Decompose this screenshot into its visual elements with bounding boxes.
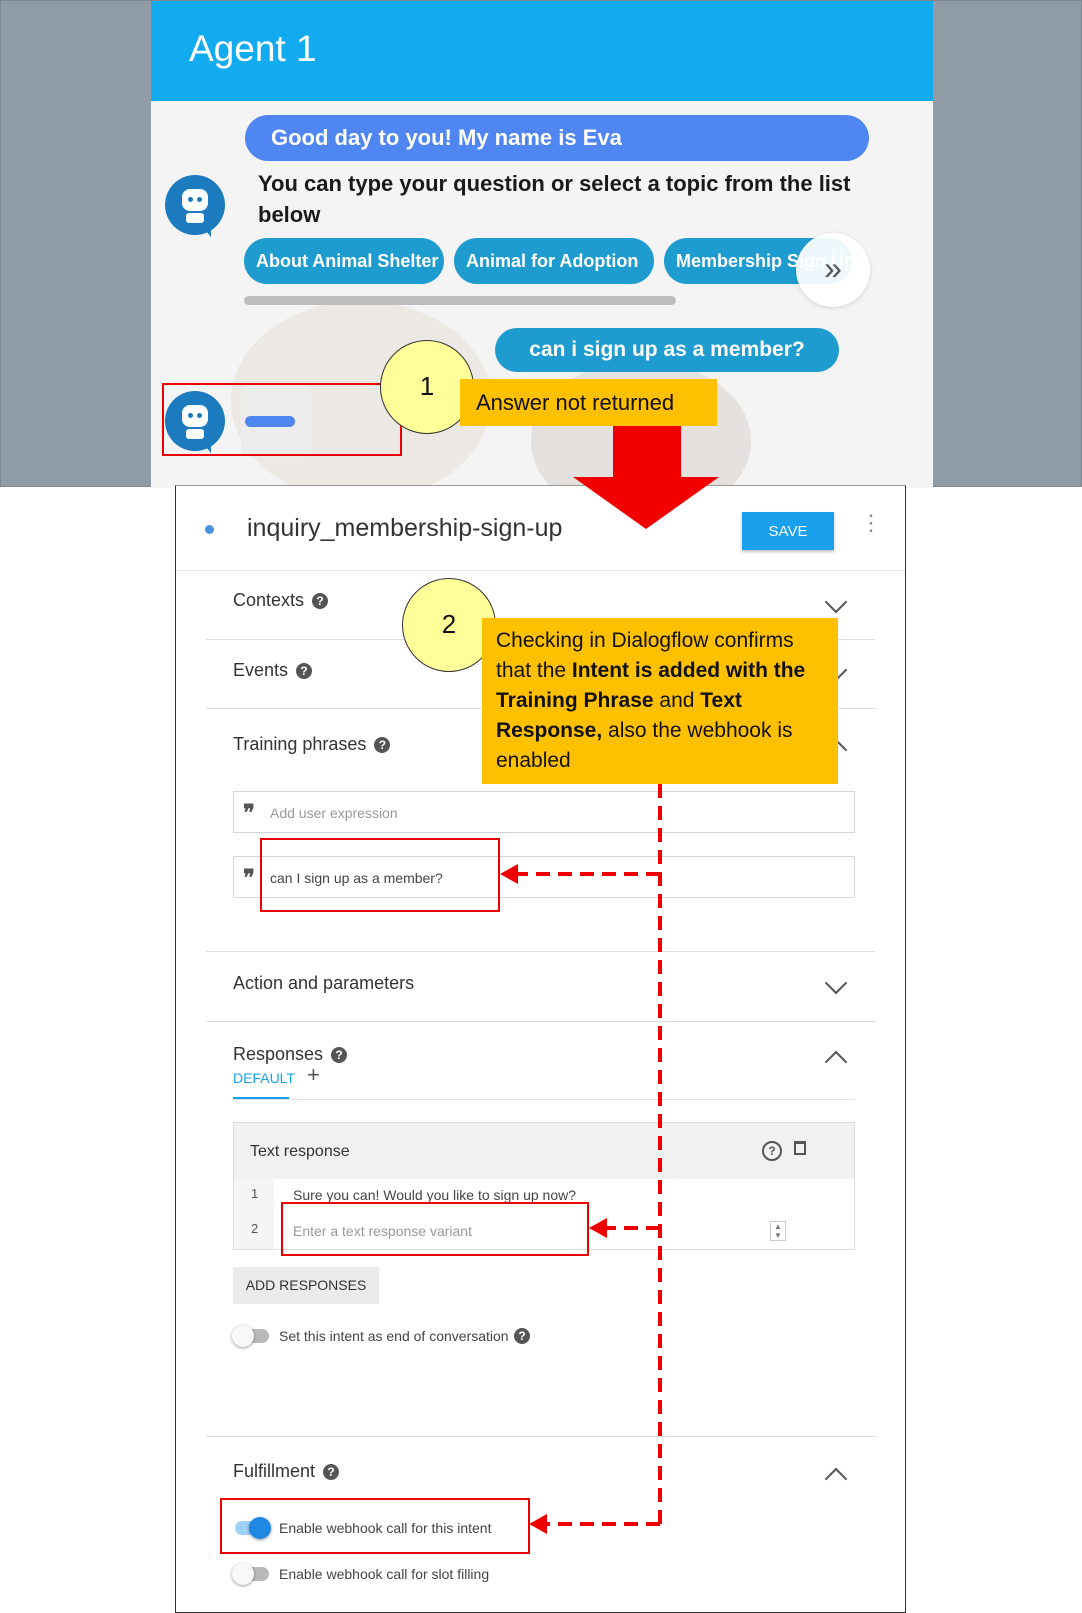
callout-text: and: [653, 689, 701, 712]
callout-label-1: Answer not returned: [460, 379, 717, 426]
down-arrow-icon: [573, 425, 719, 529]
annotation-arrows: [500, 784, 662, 1534]
callout-label-2: Checking in Dialogflow confirms that the…: [482, 618, 838, 784]
